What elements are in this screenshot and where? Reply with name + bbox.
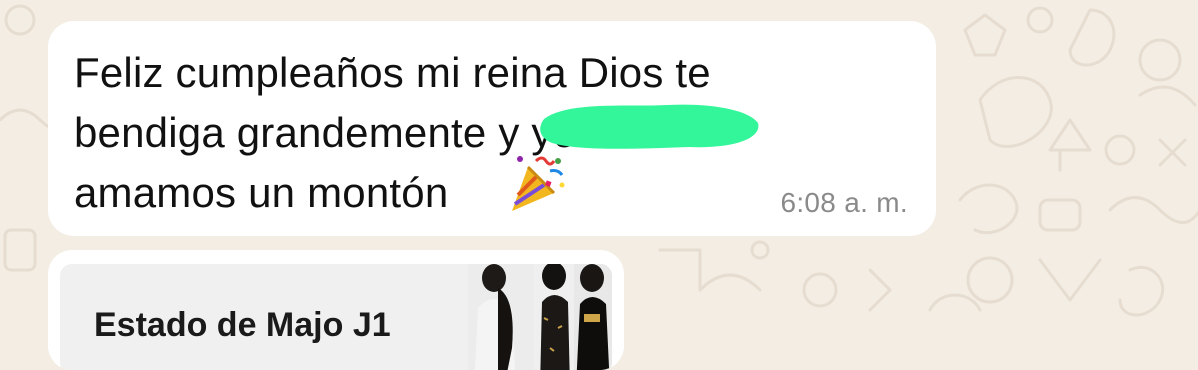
redaction-mark [540,104,759,149]
status-reply-card[interactable]: Estado de Majo J1 [48,250,624,370]
status-thumbnail [468,264,612,370]
message-bubble[interactable]: Feliz cumpleaños mi reina Dios te bendig… [48,21,936,236]
status-title: Estado de Majo J1 [94,306,391,344]
status-quote[interactable]: Estado de Majo J1 [60,264,612,370]
message-timestamp: 6:08 a. m. [780,187,908,218]
party-popper-icon [512,156,565,211]
